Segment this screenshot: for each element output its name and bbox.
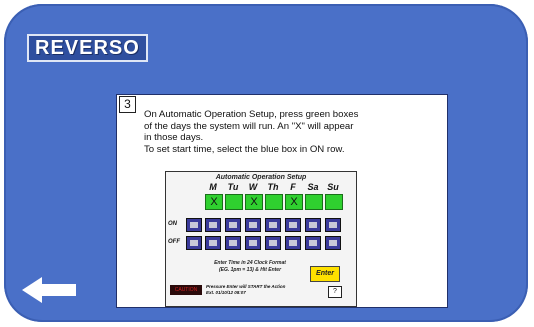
day-label-su: Su — [327, 182, 339, 192]
day-label-f: F — [290, 182, 296, 192]
off-time-box-f[interactable] — [285, 236, 301, 250]
on-time-box-tu[interactable] — [225, 218, 241, 232]
day-box-sa[interactable] — [305, 194, 323, 210]
day-box-w[interactable]: X — [245, 194, 263, 210]
back-button[interactable] — [20, 276, 80, 304]
off-time-box-tu[interactable] — [225, 236, 241, 250]
day-label-tu: Tu — [227, 182, 239, 192]
instruction-line-2: of the days the system will run. An "X" … — [144, 120, 354, 132]
brand-logo: REVERSO — [27, 34, 148, 62]
day-label-m: M — [209, 182, 217, 192]
on-time-box-w[interactable] — [245, 218, 261, 232]
instruction-line-1: On Automatic Operation Setup, press gree… — [144, 109, 359, 120]
off-time-box-w[interactable] — [245, 236, 261, 250]
off-time-box-th[interactable] — [265, 236, 281, 250]
on-time-box-sa[interactable] — [305, 218, 321, 232]
on-row-label: ON — [168, 221, 177, 227]
day-box-su[interactable] — [325, 194, 343, 210]
status-line-2: Ext. 01/10/12 08:07 — [206, 290, 246, 295]
off-time-box-sa[interactable] — [305, 236, 321, 250]
day-box-m[interactable]: X — [205, 194, 223, 210]
hint-line-1: Enter Time in 24 Clock Format — [214, 260, 286, 266]
off-time-box-m[interactable] — [205, 236, 221, 250]
arrow-left-icon — [22, 277, 76, 303]
day-label-sa: Sa — [307, 182, 319, 192]
on-time-box-1[interactable] — [186, 218, 202, 232]
status-badge: CAUTION — [170, 285, 202, 295]
day-box-th[interactable] — [265, 194, 283, 210]
on-time-box-th[interactable] — [265, 218, 281, 232]
hint-line-2: (EG. 1pm = 13) & Hit Enter — [218, 267, 282, 273]
on-time-box-su[interactable] — [325, 218, 341, 232]
day-label-w: W — [248, 182, 258, 192]
help-button[interactable]: ? — [328, 286, 342, 298]
instruction-slide: 3 On Automatic Operation Setup, press gr… — [116, 94, 448, 308]
off-time-box-su[interactable] — [325, 236, 341, 250]
day-label-th: Th — [267, 182, 279, 192]
time-format-hint: Enter Time in 24 Clock Format (EG. 1pm =… — [190, 260, 310, 274]
enter-button[interactable]: Enter — [310, 266, 340, 282]
day-box-tu[interactable] — [225, 194, 243, 210]
instruction-line-4: To set start time, select the blue box i… — [144, 143, 345, 155]
status-text: Pressure Enter will START the Action Ext… — [206, 284, 316, 296]
day-box-f[interactable]: X — [285, 194, 303, 210]
on-time-box-m[interactable] — [205, 218, 221, 232]
step-number: 3 — [119, 96, 136, 113]
off-row-label: OFF — [168, 239, 180, 245]
automatic-operation-panel: Automatic Operation Setup M Tu W Th F Sa… — [165, 171, 357, 307]
on-time-box-f[interactable] — [285, 218, 301, 232]
panel-title: Automatic Operation Setup — [215, 174, 307, 181]
instruction-line-3: in those days. — [144, 132, 204, 143]
instructions: On Automatic Operation Setup, press gree… — [144, 109, 440, 155]
off-time-box-1[interactable] — [186, 236, 202, 250]
